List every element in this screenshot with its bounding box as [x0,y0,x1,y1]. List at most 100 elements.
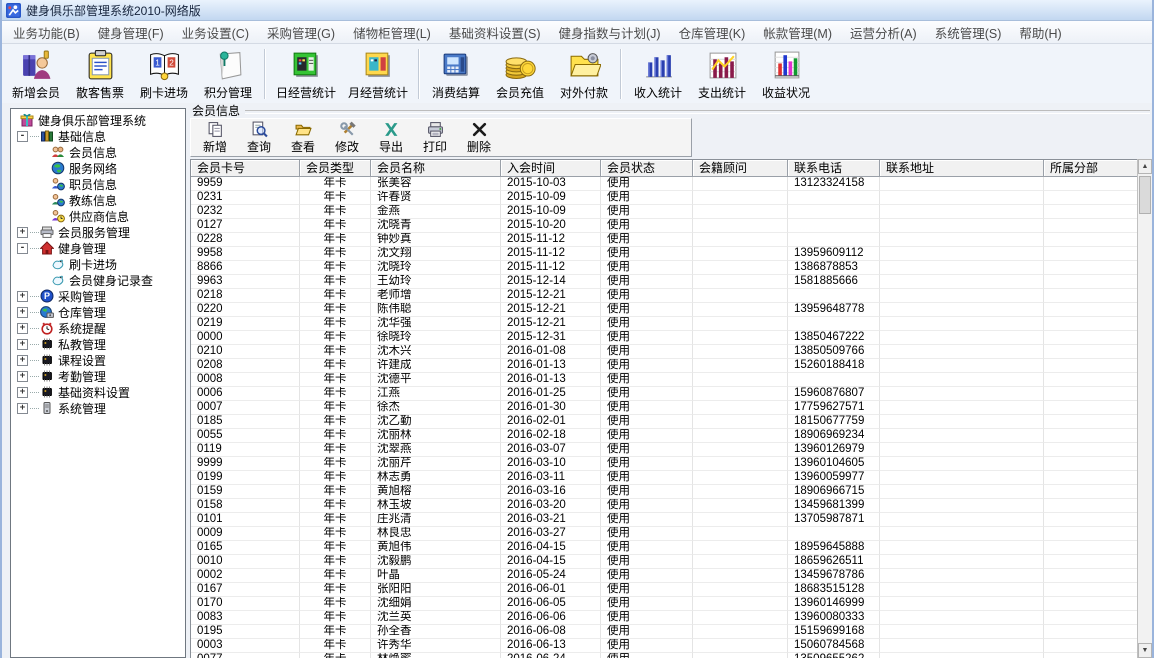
table-row[interactable]: 0219年卡沈华强2015-12-21使用 [191,317,1142,331]
column-header[interactable]: 会员名称 [371,160,501,177]
monthly-report-button[interactable]: 月经营统计 [342,47,414,103]
tree-collapse-icon[interactable]: - [17,131,28,142]
table-row[interactable]: 9958年卡沈文翔2015-11-12使用13959609112 [191,247,1142,261]
table-row[interactable]: 0231年卡许春贤2015-10-09使用 [191,191,1142,205]
table-row[interactable]: 0009年卡林良忠2016-03-27使用 [191,527,1142,541]
tree-expand-icon[interactable]: + [17,291,28,302]
table-row[interactable]: 0185年卡沈乙勤2016-02-01使用18150677759 [191,415,1142,429]
menu-item[interactable]: 帐款管理(M) [754,20,841,45]
menu-item[interactable]: 仓库管理(K) [670,20,755,45]
table-row[interactable]: 0220年卡陈伟聪2015-12-21使用13959648778 [191,303,1142,317]
table-row[interactable]: 0127年卡沈晓青2015-10-20使用 [191,219,1142,233]
settlement-button[interactable]: 消费结算 [424,47,488,103]
table-row[interactable]: 9963年卡王幼玲2015-12-14使用1581885666 [191,275,1142,289]
column-header[interactable]: 联系电话 [788,160,880,177]
member-add-button[interactable]: 新增会员 [4,47,68,103]
menu-item[interactable]: 业务设置(C) [173,20,258,45]
column-header[interactable]: 会员类型 [300,160,371,177]
table-row[interactable]: 0228年卡钟妙真2015-11-12使用 [191,233,1142,247]
menu-item[interactable]: 健身指数与计划(J) [550,20,670,45]
tree-node[interactable]: -健身管理 [11,240,185,256]
table-row[interactable]: 0165年卡黄旭伟2016-04-15使用18959645888 [191,541,1142,555]
table-row[interactable]: 0218年卡老师增2015-12-21使用 [191,289,1142,303]
table-row[interactable]: 0006年卡江燕2016-01-25使用15960876807 [191,387,1142,401]
tree-node[interactable]: +系统提醒 [11,320,185,336]
table-row[interactable]: 0199年卡林志勇2016-03-11使用13960059977 [191,471,1142,485]
column-header[interactable]: 入会时间 [501,160,601,177]
column-header[interactable]: 会员状态 [601,160,693,177]
tree-expand-icon[interactable]: + [17,227,28,238]
tree-node[interactable]: 会员信息 [11,144,185,160]
table-row[interactable]: 0007年卡徐杰2016-01-30使用17759627571 [191,401,1142,415]
tree-node[interactable]: +课程设置 [11,352,185,368]
table-row[interactable]: 0167年卡张阳阳2016-06-01使用18683515128 [191,583,1142,597]
menu-item[interactable]: 运营分析(A) [841,20,926,45]
menu-item[interactable]: 采购管理(G) [258,20,344,45]
scrollbar-down-icon[interactable]: ▼ [1138,643,1152,658]
new-button[interactable]: 新增 [193,121,237,155]
table-row[interactable]: 9959年卡张美容2015-10-03使用13123324158 [191,177,1142,191]
table-row[interactable]: 0119年卡沈翠燕2016-03-07使用13960126979 [191,443,1142,457]
tree-expand-icon[interactable]: + [17,403,28,414]
modify-button[interactable]: 修改 [325,121,369,155]
table-row[interactable]: 0055年卡沈丽林2016-02-18使用18906969234 [191,429,1142,443]
recharge-button[interactable]: 会员充值 [488,47,552,103]
tree-collapse-icon[interactable]: - [17,243,28,254]
view-button[interactable]: 查看 [281,121,325,155]
menu-item[interactable]: 基础资料设置(S) [440,20,550,45]
column-header[interactable]: 会员卡号 [191,160,300,177]
tree-node[interactable]: +基础资料设置 [11,384,185,400]
income-chart-button[interactable]: 收入统计 [626,47,690,103]
menu-item[interactable]: 储物柜管理(L) [344,20,440,45]
payment-button[interactable]: 对外付款 [552,47,616,103]
tree-node[interactable]: 职员信息 [11,176,185,192]
menu-item[interactable]: 业务功能(B) [4,20,89,45]
tree-node[interactable]: 会员健身记录查 [11,272,185,288]
table-row[interactable]: 0101年卡庄兆清2016-03-21使用13705987871 [191,513,1142,527]
table-row[interactable]: 0170年卡沈细娟2016-06-05使用13960146999 [191,597,1142,611]
tree-node[interactable]: +会员服务管理 [11,224,185,240]
profit-chart-button[interactable]: 收益状况 [754,47,818,103]
table-row[interactable]: 0232年卡金燕2015-10-09使用 [191,205,1142,219]
table-row[interactable]: 0083年卡沈兰英2016-06-06使用13960080333 [191,611,1142,625]
tree-node[interactable]: +考勤管理 [11,368,185,384]
tree-node[interactable]: +仓库管理 [11,304,185,320]
tree-expand-icon[interactable]: + [17,323,28,334]
table-row[interactable]: 0195年卡孙全香2016-06-08使用15159699168 [191,625,1142,639]
tree-root[interactable]: 健身俱乐部管理系统 [11,112,185,128]
tree-node[interactable]: +系统管理 [11,400,185,416]
tree-expand-icon[interactable]: + [17,371,28,382]
tree-node[interactable]: +私教管理 [11,336,185,352]
tree-node[interactable]: +P采购管理 [11,288,185,304]
points-button[interactable]: 积分管理 [196,47,260,103]
table-row[interactable]: 9999年卡沈丽芹2016-03-10使用13960104605 [191,457,1142,471]
daily-report-button[interactable]: 日经营统计 [270,47,342,103]
tree-node[interactable]: 服务网络 [11,160,185,176]
tree-expand-icon[interactable]: + [17,387,28,398]
tree-expand-icon[interactable]: + [17,355,28,366]
table-row[interactable]: 0159年卡黄旭榕2016-03-16使用18906966715 [191,485,1142,499]
table-row[interactable]: 0003年卡许秀华2016-06-13使用15060784568 [191,639,1142,653]
tree-expand-icon[interactable]: + [17,339,28,350]
expense-chart-button[interactable]: 支出统计 [690,47,754,103]
column-header[interactable]: 会籍顾问 [693,160,788,177]
table-row[interactable]: 0010年卡沈毅鹏2016-04-15使用18659626511 [191,555,1142,569]
table-row[interactable]: 0002年卡叶晶2016-05-24使用13459678786 [191,569,1142,583]
menu-item[interactable]: 系统管理(S) [926,20,1011,45]
tree-node[interactable]: 刷卡进场 [11,256,185,272]
table-row[interactable]: 0210年卡沈木兴2016-01-08使用13850509766 [191,345,1142,359]
column-header[interactable]: 联系地址 [880,160,1044,177]
query-button[interactable]: 查询 [237,121,281,155]
tree-expand-icon[interactable]: + [17,307,28,318]
export-button[interactable]: 导出 [369,121,413,155]
table-row[interactable]: 0158年卡林玉坡2016-03-20使用13459681399 [191,499,1142,513]
column-header[interactable]: 所属分部 [1044,160,1142,177]
tree-node[interactable]: 教练信息 [11,192,185,208]
table-row[interactable]: 0000年卡徐晓玲2015-12-31使用13850467222 [191,331,1142,345]
menu-item[interactable]: 健身管理(F) [89,20,173,45]
ticket-button[interactable]: 散客售票 [68,47,132,103]
scrollbar-thumb[interactable] [1139,176,1151,214]
tree-node[interactable]: 供应商信息 [11,208,185,224]
delete-button[interactable]: 删除 [457,121,501,155]
table-row[interactable]: 0208年卡许建成2016-01-13使用15260188418 [191,359,1142,373]
